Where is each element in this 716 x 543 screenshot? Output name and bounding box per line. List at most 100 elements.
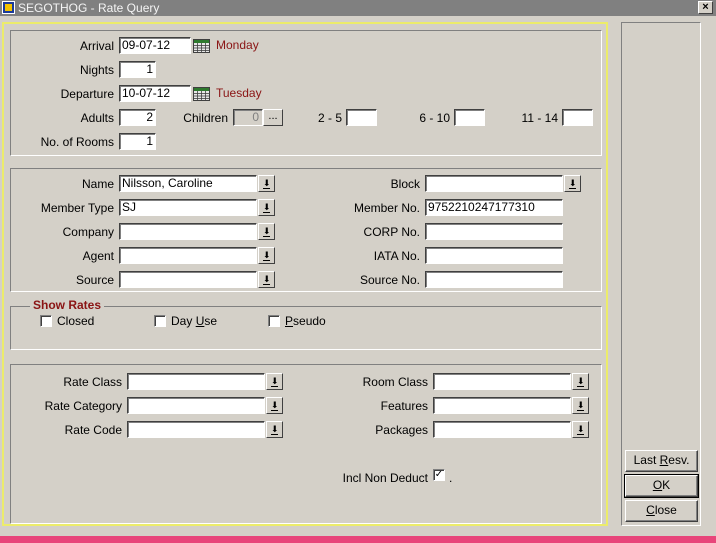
app-icon bbox=[2, 1, 15, 14]
pseudo-label: Pseudo bbox=[285, 314, 326, 328]
title-bar[interactable]: SEGOTHOG - Rate Query × bbox=[0, 0, 716, 16]
name-field[interactable]: Nilsson, Caroline bbox=[119, 175, 257, 192]
incl-non-deduct-checkbox[interactable]: ✓ bbox=[433, 469, 445, 481]
dropdown-arrow-icon: ⬇ bbox=[271, 424, 279, 435]
rooms-field[interactable]: 1 bbox=[119, 133, 156, 150]
dropdown-arrow-icon: ⬇ bbox=[271, 376, 279, 387]
main-panel: Arrival 09-07-12 Monday Nights 1 Departu… bbox=[2, 22, 608, 526]
age-6-10-field[interactable] bbox=[454, 109, 485, 126]
departure-label: Departure bbox=[60, 87, 114, 101]
features-label: Features bbox=[380, 399, 428, 413]
features-dropdown-button[interactable]: ⬇ bbox=[572, 397, 589, 414]
children-field: 0 bbox=[233, 109, 263, 126]
incl-non-deduct-suffix: . bbox=[449, 471, 453, 485]
close-window-button[interactable]: × bbox=[698, 1, 713, 14]
rooms-label: No. of Rooms bbox=[40, 135, 114, 149]
agent-field[interactable] bbox=[119, 247, 257, 264]
source-no-field[interactable] bbox=[425, 271, 563, 288]
day-use-checkbox[interactable] bbox=[154, 315, 166, 327]
arrival-label: Arrival bbox=[79, 39, 114, 53]
dropdown-arrow-icon: ⬇ bbox=[577, 424, 585, 435]
dropdown-arrow-icon: ⬇ bbox=[263, 202, 271, 213]
age-2-5-field[interactable] bbox=[346, 109, 377, 126]
ok-button[interactable]: OK bbox=[624, 474, 699, 498]
rate-code-label: Rate Code bbox=[64, 423, 122, 437]
rate-code-dropdown-button[interactable]: ⬇ bbox=[266, 421, 283, 438]
iata-no-label: IATA No. bbox=[373, 249, 420, 263]
arrival-day: Monday bbox=[216, 38, 259, 52]
rate-class-dropdown-button[interactable]: ⬇ bbox=[266, 373, 283, 390]
rate-query-window: SEGOTHOG - Rate Query × Arrival 09-07-12… bbox=[0, 0, 716, 536]
departure-day: Tuesday bbox=[216, 86, 262, 100]
iata-no-field[interactable] bbox=[425, 247, 563, 264]
member-type-field[interactable]: SJ bbox=[119, 199, 257, 216]
company-dropdown-button[interactable]: ⬇ bbox=[258, 223, 275, 240]
rate-category-label: Rate Category bbox=[44, 399, 122, 413]
age-6-10-label: 6 - 10 bbox=[419, 111, 450, 125]
name-label: Name bbox=[81, 177, 114, 191]
dropdown-arrow-icon: ⬇ bbox=[263, 250, 271, 261]
dropdown-arrow-icon: ⬇ bbox=[569, 178, 577, 189]
rate-code-field[interactable] bbox=[127, 421, 265, 438]
corp-no-field[interactable] bbox=[425, 223, 563, 240]
name-dropdown-button[interactable]: ⬇ bbox=[258, 175, 275, 192]
room-class-field[interactable] bbox=[433, 373, 571, 390]
block-field[interactable] bbox=[425, 175, 563, 192]
rate-category-dropdown-button[interactable]: ⬇ bbox=[266, 397, 283, 414]
corp-no-label: CORP No. bbox=[363, 225, 420, 239]
source-field[interactable] bbox=[119, 271, 257, 288]
day-use-label: Day Use bbox=[171, 314, 218, 328]
age-2-5-label: 2 - 5 bbox=[317, 111, 342, 125]
show-rates-title: Show Rates bbox=[30, 298, 105, 312]
departure-calendar-icon[interactable] bbox=[193, 87, 210, 101]
source-dropdown-button[interactable]: ⬇ bbox=[258, 271, 275, 288]
agent-label: Agent bbox=[82, 249, 114, 263]
member-no-label: Member No. bbox=[353, 201, 420, 215]
source-label: Source bbox=[75, 273, 114, 287]
last-resv-button[interactable]: Last Resv. bbox=[625, 450, 698, 472]
age-11-14-label: 11 - 14 bbox=[521, 111, 558, 125]
dropdown-arrow-icon: ⬇ bbox=[263, 274, 271, 285]
close-icon: × bbox=[702, 1, 709, 13]
dropdown-arrow-icon: ⬇ bbox=[263, 226, 271, 237]
age-11-14-field[interactable] bbox=[562, 109, 593, 126]
adults-label: Adults bbox=[80, 111, 114, 125]
packages-label: Packages bbox=[375, 423, 428, 437]
block-label: Block bbox=[390, 177, 420, 191]
children-ages-button[interactable]: ... bbox=[263, 109, 283, 126]
rate-class-label: Rate Class bbox=[63, 375, 122, 389]
dropdown-arrow-icon: ⬇ bbox=[271, 400, 279, 411]
arrival-field[interactable]: 09-07-12 bbox=[119, 37, 191, 54]
adults-field[interactable]: 2 bbox=[119, 109, 156, 126]
nights-label: Nights bbox=[79, 63, 114, 77]
room-class-label: Room Class bbox=[362, 375, 428, 389]
rate-category-field[interactable] bbox=[127, 397, 265, 414]
company-field[interactable] bbox=[119, 223, 257, 240]
close-button[interactable]: Close bbox=[625, 500, 698, 522]
company-label: Company bbox=[62, 225, 114, 239]
window-title: SEGOTHOG - Rate Query bbox=[18, 1, 160, 15]
dropdown-arrow-icon: ⬇ bbox=[263, 178, 271, 189]
rate-class-field[interactable] bbox=[127, 373, 265, 390]
incl-non-deduct-label: Incl Non Deduct bbox=[342, 471, 428, 485]
closed-label: Closed bbox=[57, 314, 95, 328]
arrival-calendar-icon[interactable] bbox=[193, 39, 210, 53]
member-type-dropdown-button[interactable]: ⬇ bbox=[258, 199, 275, 216]
departure-field[interactable]: 10-07-12 bbox=[119, 85, 191, 102]
source-no-label: Source No. bbox=[359, 273, 420, 287]
features-field[interactable] bbox=[433, 397, 571, 414]
packages-field[interactable] bbox=[433, 421, 571, 438]
dropdown-arrow-icon: ⬇ bbox=[577, 400, 585, 411]
agent-dropdown-button[interactable]: ⬇ bbox=[258, 247, 275, 264]
member-type-label: Member Type bbox=[40, 201, 114, 215]
dropdown-arrow-icon: ⬇ bbox=[577, 376, 585, 387]
member-no-field[interactable]: 9752210247177310 bbox=[425, 199, 563, 216]
packages-dropdown-button[interactable]: ⬇ bbox=[572, 421, 589, 438]
closed-checkbox[interactable] bbox=[40, 315, 52, 327]
block-dropdown-button[interactable]: ⬇ bbox=[564, 175, 581, 192]
show-rates-group bbox=[10, 306, 602, 350]
children-label: Children bbox=[183, 111, 228, 125]
pseudo-checkbox[interactable] bbox=[268, 315, 280, 327]
nights-field[interactable]: 1 bbox=[119, 61, 156, 78]
room-class-dropdown-button[interactable]: ⬇ bbox=[572, 373, 589, 390]
